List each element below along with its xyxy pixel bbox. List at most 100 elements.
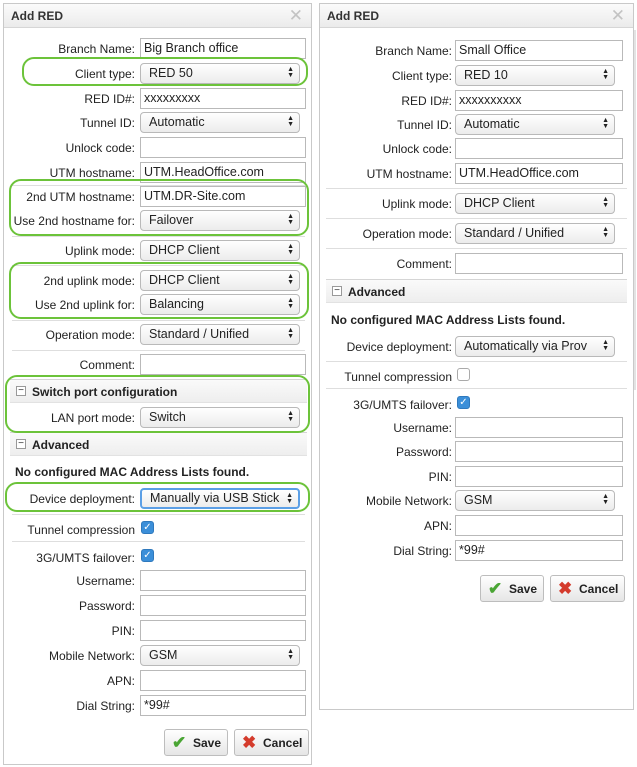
client-type-label: Client type:: [74, 67, 135, 81]
collapse-icon[interactable]: −: [16, 386, 26, 396]
mobile-network-label: Mobile Network:: [48, 649, 135, 663]
tunnel-id-select[interactable]: Automatic ▲ ▼: [140, 112, 300, 133]
no-mac-lists-note: No configured MAC Address Lists found.: [15, 465, 250, 479]
dropdown-arrows-icon: ▲ ▼: [287, 410, 294, 423]
switch-port-fieldset-header[interactable]: − Switch port configuration: [10, 379, 307, 403]
scrollbar[interactable]: [634, 30, 636, 390]
tunnel-id-select[interactable]: Automatic ▲ ▼: [455, 114, 615, 135]
client-type-label: Client type:: [391, 69, 452, 83]
use-2nd-uplink-value: Balancing: [149, 297, 204, 311]
device-deployment-select[interactable]: Automatically via Prov ▲ ▼: [455, 336, 615, 357]
use-2nd-uplink-select[interactable]: Balancing ▲ ▼: [140, 294, 300, 315]
password-row: Password:: [4, 595, 311, 617]
uplink-mode-select[interactable]: DHCP Client ▲ ▼: [140, 240, 300, 261]
operation-mode-select[interactable]: Standard / Unified ▲ ▼: [455, 223, 615, 244]
unlock-code-input[interactable]: [455, 138, 623, 159]
umts-failover-checkbox[interactable]: ✓: [457, 396, 470, 409]
cancel-button[interactable]: ✖ Cancel: [234, 729, 309, 756]
client-type-select[interactable]: RED 10 ▲ ▼: [455, 65, 615, 86]
utm-hostname2-row: 2nd UTM hostname: UTM.DR-Site.com: [4, 186, 311, 208]
tunnel-compression-checkbox[interactable]: [457, 368, 470, 381]
tunnel-compression-label: Tunnel compression: [27, 523, 135, 537]
uplink-mode2-select[interactable]: DHCP Client ▲ ▼: [140, 270, 300, 291]
divider: [326, 388, 627, 389]
uplink-mode-select[interactable]: DHCP Client ▲ ▼: [455, 193, 615, 214]
comment-input[interactable]: [140, 354, 306, 375]
operation-mode-select[interactable]: Standard / Unified ▲ ▼: [140, 324, 300, 345]
branch-name-row: Branch Name: Big Branch office: [4, 38, 311, 60]
utm-hostname-row: UTM hostname: UTM.HeadOffice.com: [320, 163, 633, 185]
utm-hostname-input[interactable]: UTM.HeadOffice.com: [140, 162, 306, 183]
password-input[interactable]: [455, 441, 623, 462]
uplink-mode-row: Uplink mode: DHCP Client ▲ ▼: [320, 193, 633, 215]
close-icon[interactable]: ✕: [289, 6, 303, 26]
branch-name-input[interactable]: Big Branch office: [140, 38, 306, 59]
mobile-network-select[interactable]: GSM ▲ ▼: [140, 645, 300, 666]
uplink-mode-value: DHCP Client: [149, 243, 220, 257]
collapse-icon[interactable]: −: [332, 286, 342, 296]
use-2nd-hostname-select[interactable]: Failover ▲ ▼: [140, 210, 300, 231]
utm-hostname-input[interactable]: UTM.HeadOffice.com: [455, 163, 623, 184]
dropdown-arrows-icon: ▲ ▼: [287, 66, 294, 79]
apn-input[interactable]: [455, 515, 623, 536]
password-row: Password:: [320, 441, 633, 463]
dial-string-input[interactable]: *99#: [455, 540, 623, 561]
uplink-mode-row: Uplink mode: DHCP Client ▲ ▼: [4, 240, 311, 262]
client-type-select[interactable]: RED 50 ▲ ▼: [140, 63, 300, 84]
branch-name-input[interactable]: Small Office: [455, 40, 623, 61]
utm-hostname-row: UTM hostname: UTM.HeadOffice.com: [4, 162, 311, 184]
pin-row: PIN:: [320, 466, 633, 488]
advanced-fieldset-header[interactable]: − Advanced: [10, 432, 307, 456]
operation-mode-value: Standard / Unified: [149, 327, 250, 341]
branch-name-row: Branch Name: Small Office: [320, 40, 633, 62]
unlock-code-input[interactable]: [140, 137, 306, 158]
tunnel-compression-checkbox[interactable]: ✓: [141, 521, 154, 534]
save-button-label: Save: [509, 582, 538, 596]
uplink-mode-label: Uplink mode:: [381, 197, 452, 211]
use-2nd-hostname-value: Failover: [149, 213, 194, 227]
umts-failover-checkbox[interactable]: ✓: [141, 549, 154, 562]
pin-row: PIN:: [4, 620, 311, 642]
red-id-input[interactable]: xxxxxxxxxx: [455, 90, 623, 111]
use-2nd-uplink-label: Use 2nd uplink for:: [34, 298, 135, 312]
device-deployment-select[interactable]: Manually via USB Stick ▲ ▼: [140, 488, 300, 509]
username-input[interactable]: [455, 417, 623, 438]
utm-hostname2-input[interactable]: UTM.DR-Site.com: [140, 186, 306, 207]
close-icon[interactable]: ✕: [611, 6, 625, 26]
lan-port-mode-row: LAN port mode: Switch ▲ ▼: [4, 407, 311, 429]
comment-row: Comment:: [4, 354, 311, 376]
umts-failover-row: 3G/UMTS failover: ✓: [4, 547, 311, 569]
divider: [326, 361, 627, 362]
apn-label: APN:: [423, 519, 452, 533]
dropdown-arrows-icon: ▲ ▼: [287, 297, 294, 310]
comment-input[interactable]: [455, 253, 623, 274]
add-red-dialog-small: Add RED ✕ Branch Name: Small Office Clie…: [319, 3, 634, 710]
dropdown-arrows-icon: ▲ ▼: [287, 243, 294, 256]
advanced-fieldset-header[interactable]: − Advanced: [326, 279, 627, 303]
operation-mode-label: Operation mode:: [362, 227, 452, 241]
checkmark-icon: ✔: [172, 733, 187, 752]
uplink-mode2-value: DHCP Client: [149, 273, 220, 287]
username-input[interactable]: [140, 570, 306, 591]
password-input[interactable]: [140, 595, 306, 616]
dropdown-arrows-icon: ▲ ▼: [287, 648, 294, 661]
red-id-input[interactable]: xxxxxxxxx: [140, 88, 306, 109]
mobile-network-row: Mobile Network: GSM ▲ ▼: [320, 490, 633, 512]
mobile-network-select[interactable]: GSM ▲ ▼: [455, 490, 615, 511]
device-deployment-value: Automatically via Prov: [464, 339, 587, 353]
lan-port-mode-select[interactable]: Switch ▲ ▼: [140, 407, 300, 428]
mobile-network-row: Mobile Network: GSM ▲ ▼: [4, 645, 311, 667]
apn-input[interactable]: [140, 670, 306, 691]
username-label: Username:: [76, 574, 135, 588]
save-button[interactable]: ✔ Save: [480, 575, 544, 602]
utm-hostname-label: UTM hostname:: [49, 166, 135, 180]
save-button[interactable]: ✔ Save: [164, 729, 228, 756]
dial-string-input[interactable]: *99#: [140, 695, 306, 716]
pin-input[interactable]: [455, 466, 623, 487]
collapse-icon[interactable]: −: [16, 439, 26, 449]
dropdown-arrows-icon: ▲ ▼: [287, 115, 294, 128]
cancel-button[interactable]: ✖ Cancel: [550, 575, 625, 602]
uplink-mode2-row: 2nd uplink mode: DHCP Client ▲ ▼: [4, 270, 311, 292]
pin-input[interactable]: [140, 620, 306, 641]
uplink-mode2-label: 2nd uplink mode:: [43, 274, 135, 288]
